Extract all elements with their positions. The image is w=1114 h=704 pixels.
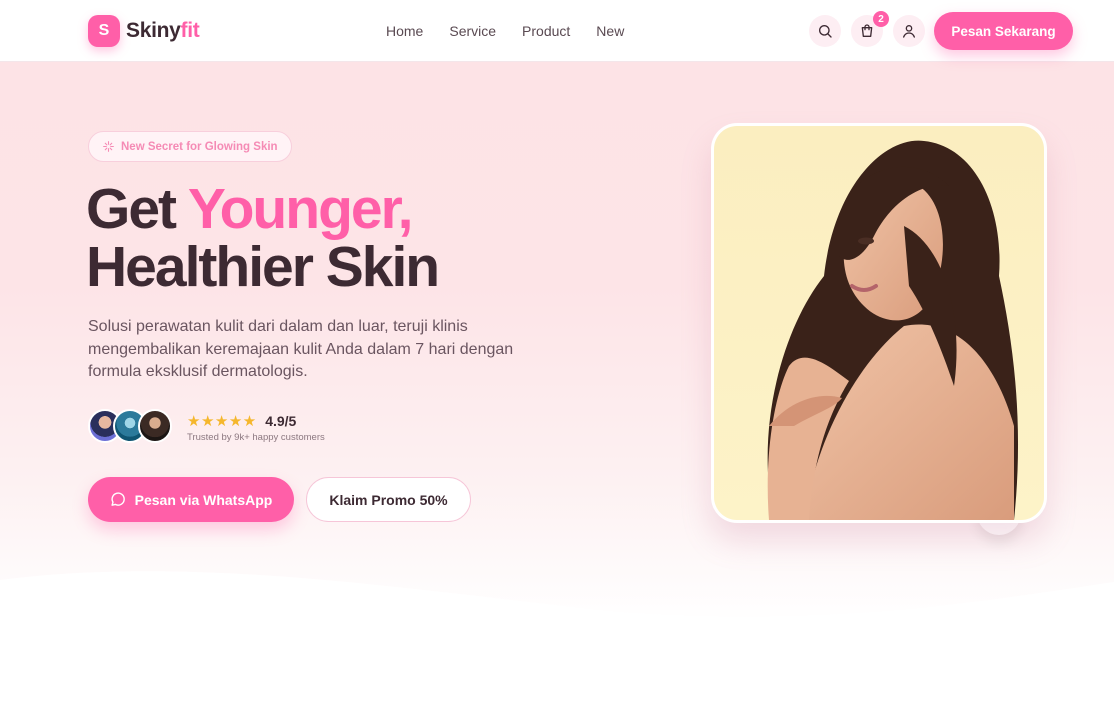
logo-mark: S (88, 15, 120, 47)
brand-name-main: Skiny (126, 19, 181, 42)
nav-item-service[interactable]: Service (449, 23, 496, 39)
whatsapp-icon (111, 492, 125, 506)
order-now-button[interactable]: Pesan Sekarang (934, 12, 1073, 50)
main-nav: Home Service Product New (386, 23, 624, 39)
headline-accent: Younger, (187, 177, 414, 241)
rating-score: 4.9/5 (265, 413, 297, 429)
headline-part1: Get (86, 177, 188, 241)
nav-item-new[interactable]: New (596, 23, 624, 39)
promo-tag-label: New Secret for Glowing Skin (121, 140, 278, 153)
claim-promo-button[interactable]: Klaim Promo 50% (306, 477, 471, 522)
cart-button[interactable]: 2 (851, 11, 889, 47)
whatsapp-order-button[interactable]: Pesan via WhatsApp (88, 477, 294, 522)
nav-item-product[interactable]: Product (522, 23, 570, 39)
sparkle-icon (103, 141, 114, 152)
site-header: S Skinyfit Home Service Product New 2 Pe… (0, 0, 1114, 62)
cart-count-badge: 2 (873, 11, 889, 27)
avatar (138, 409, 172, 443)
hero-wave-divider (0, 571, 1114, 622)
promo-tag: New Secret for Glowing Skin (88, 131, 292, 162)
brand-name: Skinyfit (126, 19, 200, 43)
hero-headline: Get Younger, Healthier Skin (86, 177, 440, 299)
star-rating-icons: ★★★★★ (187, 413, 257, 430)
rating-block: ★★★★★ 4.9/5 Trusted by 9k+ happy custome… (187, 412, 325, 443)
hero-image-card (711, 123, 1047, 523)
customer-avatars (88, 409, 172, 443)
search-icon (819, 25, 832, 38)
headline-line2: Healthier Skin (86, 235, 440, 299)
cart-icon (861, 24, 873, 37)
hero-model-photo (714, 126, 1044, 520)
brand-logo[interactable]: S Skinyfit (88, 15, 200, 47)
account-button[interactable] (893, 15, 925, 47)
model-illustration (714, 126, 1044, 520)
nav-item-home[interactable]: Home (386, 23, 423, 39)
trusted-text: Trusted by 9k+ happy customers (187, 432, 325, 443)
search-button[interactable] (809, 15, 841, 47)
user-icon (903, 25, 915, 38)
hero-description: Solusi perawatan kulit dari dalam dan lu… (88, 318, 514, 380)
brand-name-accent: fit (180, 19, 200, 42)
whatsapp-button-label: Pesan via WhatsApp (134, 491, 273, 508)
